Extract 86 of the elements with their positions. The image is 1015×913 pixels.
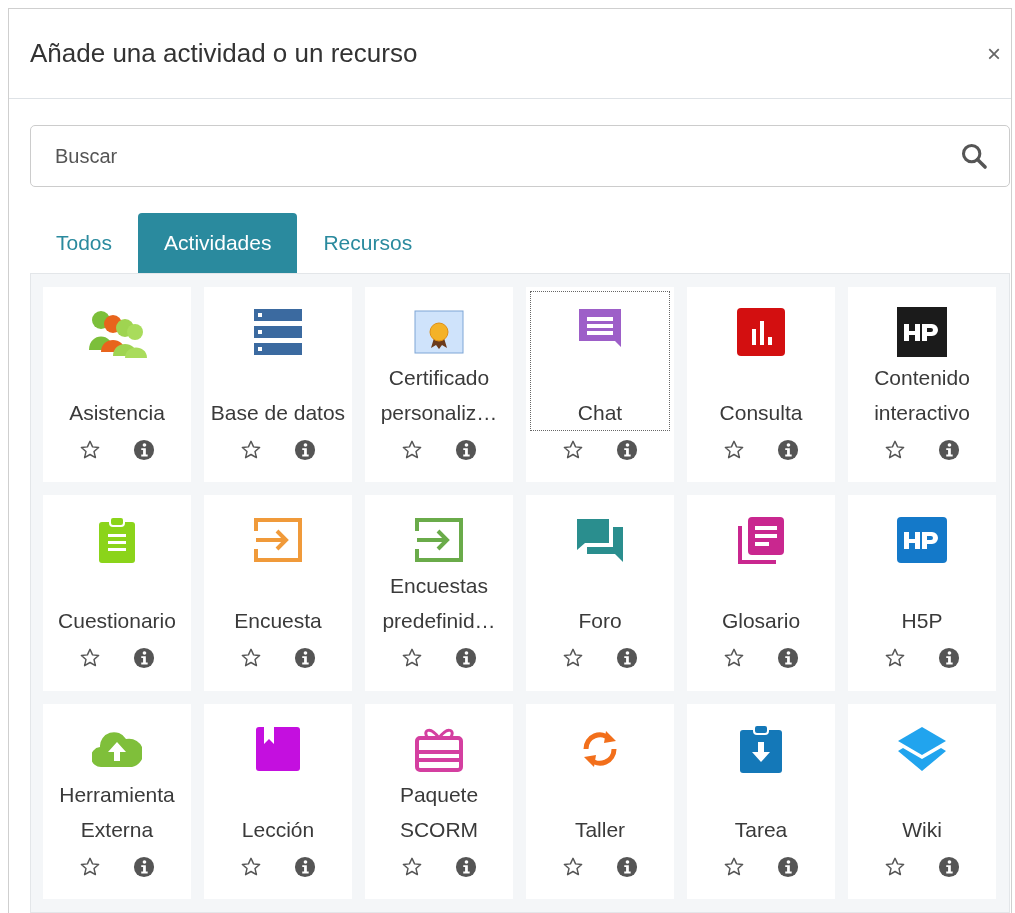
bookmark-icon [255, 725, 301, 772]
activity-name: Lección [241, 816, 315, 843]
h5p-logo-icon [897, 307, 947, 357]
activity-name: H5P [901, 608, 943, 635]
info-button[interactable] [455, 439, 477, 461]
activity-link[interactable]: Foro [530, 499, 670, 640]
info-button[interactable] [938, 647, 960, 670]
activity-name: Tarea [734, 816, 788, 843]
info-button[interactable] [938, 439, 960, 461]
dialog-title: Añade una actividad o un recurso [30, 38, 418, 69]
star-button[interactable] [240, 855, 262, 878]
star-button[interactable] [723, 439, 745, 461]
star-button[interactable] [884, 439, 906, 461]
star-button[interactable] [884, 855, 906, 878]
activity-name: Contenido interactivo [873, 365, 971, 426]
info-button[interactable] [616, 647, 638, 670]
activity-link[interactable]: Taller [530, 707, 670, 848]
activity-link[interactable]: Encuesta [208, 499, 348, 640]
activity-name: Herramienta Externa [58, 781, 176, 843]
info-button[interactable] [938, 855, 960, 878]
activity-name: Asistencia [69, 400, 165, 426]
activity-name: Base de datos [210, 400, 346, 426]
info-button[interactable] [455, 647, 477, 670]
star-button[interactable] [562, 439, 584, 461]
star-button[interactable] [401, 855, 423, 878]
activity-link[interactable]: Lección [208, 707, 348, 848]
close-button[interactable]: × [987, 39, 1001, 68]
activity-name: Glosario [721, 608, 801, 635]
tab[interactable]: Recursos [297, 213, 439, 273]
activity-name: Chat [577, 400, 623, 426]
info-button[interactable] [777, 647, 799, 670]
enter-arrow-icon [414, 517, 464, 564]
info-button[interactable] [455, 855, 477, 878]
activity-name: Encuesta [234, 608, 322, 635]
activity-link[interactable]: Encuestas predefinid… [369, 499, 509, 640]
activity-link[interactable]: Chat [530, 291, 670, 431]
bar-chart-icon [736, 307, 786, 357]
activity-name: Wiki [902, 816, 942, 843]
star-button[interactable] [562, 855, 584, 878]
speech-bubbles-icon [575, 517, 625, 564]
info-button[interactable] [777, 439, 799, 461]
activity-name: Encuestas predefinid… [381, 573, 497, 635]
activity-link[interactable]: Herramienta Externa [47, 707, 187, 848]
certificate-icon [414, 310, 464, 354]
tab[interactable]: Todos [30, 213, 139, 273]
enter-arrow-icon [253, 517, 303, 564]
info-button[interactable] [616, 439, 638, 461]
star-button[interactable] [79, 855, 101, 878]
h5p-logo-icon [897, 517, 947, 564]
activity-link[interactable]: Base de datos [208, 291, 348, 431]
tab[interactable]: Actividades [138, 213, 298, 273]
activity-link[interactable]: Contenido interactivo [852, 291, 992, 431]
info-button[interactable] [294, 855, 316, 878]
download-clipboard-icon [739, 723, 783, 774]
activity-link[interactable]: Certificado personaliz… [369, 291, 509, 431]
activity-link[interactable]: Asistencia [47, 291, 187, 431]
info-button[interactable] [133, 647, 155, 670]
info-button[interactable] [133, 855, 155, 878]
search-icon [960, 142, 988, 170]
database-icon [253, 307, 303, 357]
activity-link[interactable]: H5P [852, 499, 992, 640]
star-button[interactable] [723, 855, 745, 878]
activity-name: Foro [578, 608, 622, 635]
info-button[interactable] [133, 439, 155, 461]
info-button[interactable] [294, 647, 316, 670]
activity-link[interactable]: Paquete SCORM [369, 707, 509, 848]
activity-name: Consulta [719, 400, 803, 426]
activity-name: Cuestionario [58, 608, 176, 635]
info-button[interactable] [777, 855, 799, 878]
activity-link[interactable]: Wiki [852, 707, 992, 848]
info-button[interactable] [294, 439, 316, 461]
layers-icon [897, 725, 947, 772]
activity-name: Paquete SCORM [398, 781, 480, 843]
star-button[interactable] [240, 439, 262, 461]
activity-name: Certificado personaliz… [379, 365, 499, 426]
info-button[interactable] [616, 855, 638, 878]
star-button[interactable] [401, 439, 423, 461]
activity-link[interactable]: Cuestionario [47, 499, 187, 640]
search-field[interactable]: Buscar [30, 125, 1010, 187]
activity-link[interactable]: Tarea [691, 707, 831, 848]
document-stack-icon [736, 516, 786, 565]
clipboard-icon [97, 516, 137, 565]
activity-link[interactable]: Consulta [691, 291, 831, 431]
star-button[interactable] [79, 439, 101, 461]
activity-link[interactable]: Glosario [691, 499, 831, 640]
activity-name: Taller [574, 816, 626, 843]
